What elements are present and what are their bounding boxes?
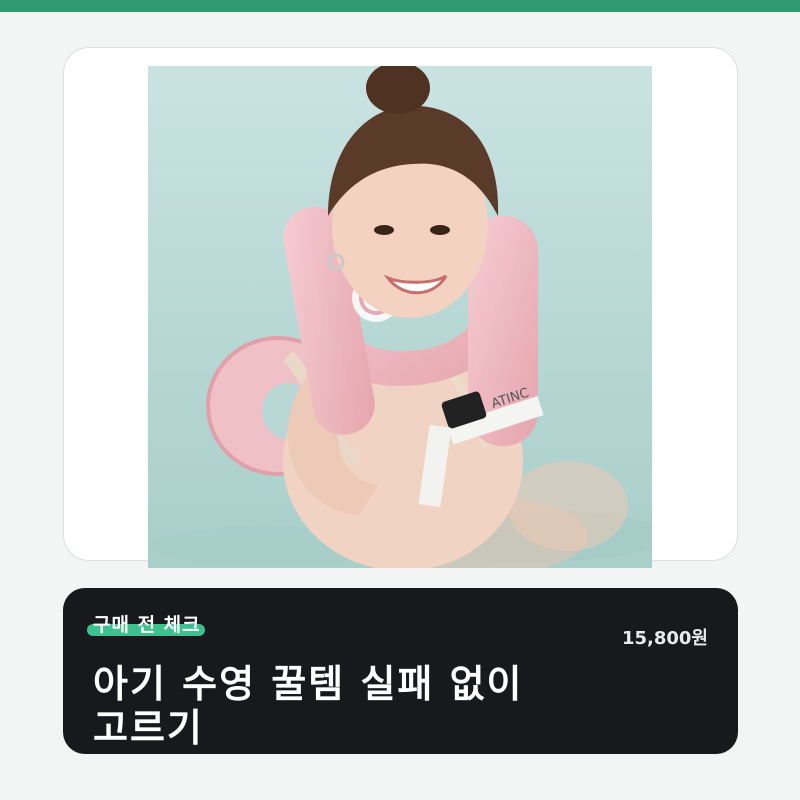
- top-accent-bar: [0, 0, 800, 12]
- product-photo: ATINC: [148, 66, 652, 568]
- tag-label: 구매 전 체크: [93, 614, 201, 636]
- product-info-panel[interactable]: 구매 전 체크 15,800원 아기 수영 꿀템 실패 없이 고르기: [63, 588, 738, 754]
- title-line-2: 고르기: [93, 706, 204, 750]
- product-photo-illustration: ATINC: [148, 66, 652, 568]
- pre-purchase-check-tag: 구매 전 체크: [87, 612, 205, 638]
- product-title: 아기 수영 꿀템 실패 없이 고르기: [93, 662, 653, 750]
- price-label: 15,800원: [621, 628, 708, 649]
- title-line-1: 아기 수영 꿀템 실패 없이: [93, 662, 524, 706]
